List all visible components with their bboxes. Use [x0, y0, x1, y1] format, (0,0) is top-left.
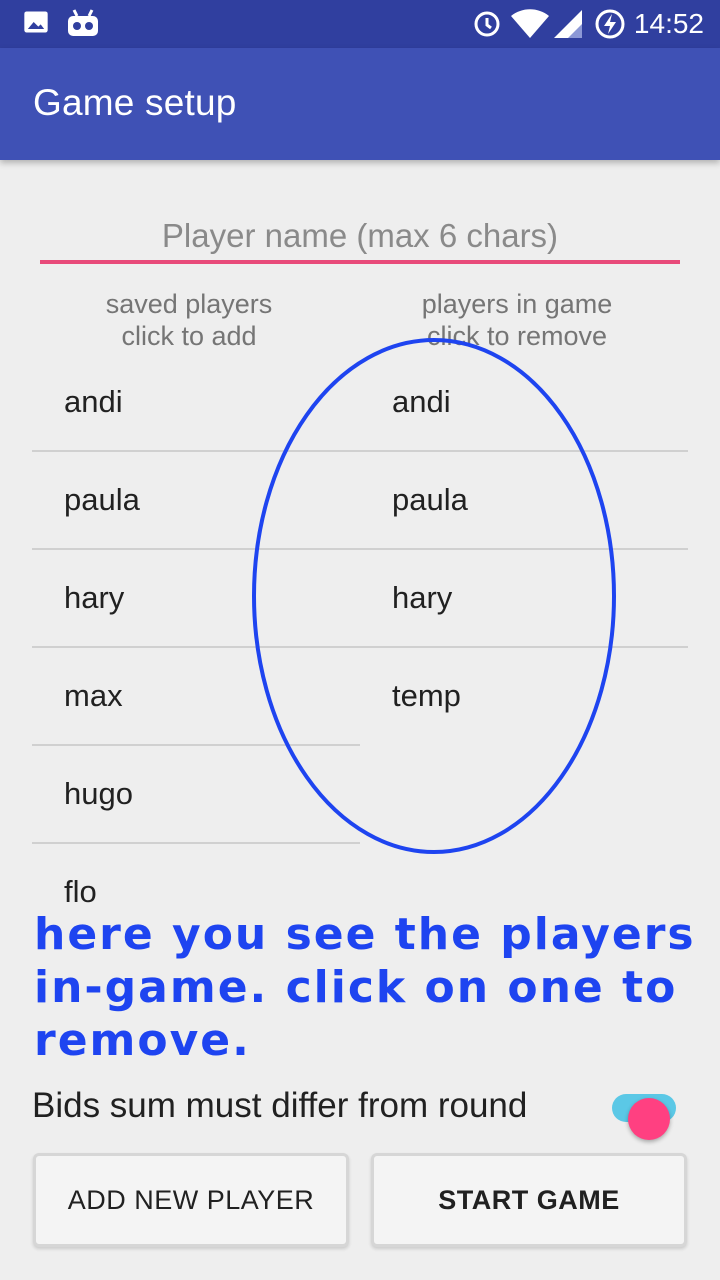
saved-player-name: hugo: [64, 776, 133, 811]
status-time: 14:52: [633, 8, 704, 39]
player-name-input[interactable]: [40, 212, 680, 264]
annotation-ellipse: [252, 338, 616, 854]
app-bar: Game setup: [0, 48, 720, 160]
saved-players-header-line1: saved players: [105, 289, 273, 319]
annotation-text: here you see the players in-game. click …: [34, 909, 696, 1066]
saved-player-name: andi: [64, 384, 123, 419]
alarm-icon: [472, 8, 502, 43]
wifi-icon: [510, 8, 550, 45]
game-players-header-line1: players in game: [421, 289, 613, 319]
saved-player-name: hary: [64, 580, 125, 615]
bids-switch[interactable]: [612, 1094, 676, 1140]
battery-charging-icon: [594, 8, 626, 45]
page-title: Game setup: [33, 82, 237, 123]
robot-icon: [66, 8, 100, 43]
status-bar: 14:52: [0, 0, 720, 48]
start-game-button[interactable]: START GAME: [371, 1153, 687, 1247]
saved-player-name: max: [64, 678, 123, 713]
bids-switch-label: Bids sum must differ from round: [32, 1086, 528, 1125]
add-new-player-button[interactable]: ADD NEW PLAYER: [33, 1153, 349, 1247]
signal-icon: [552, 8, 584, 45]
saved-player-name: paula: [64, 482, 140, 517]
image-icon: [22, 8, 50, 41]
bids-switch-thumb[interactable]: [628, 1098, 670, 1140]
saved-player-name: flo: [64, 874, 97, 909]
bids-switch-row: Bids sum must differ from round: [32, 1080, 688, 1140]
